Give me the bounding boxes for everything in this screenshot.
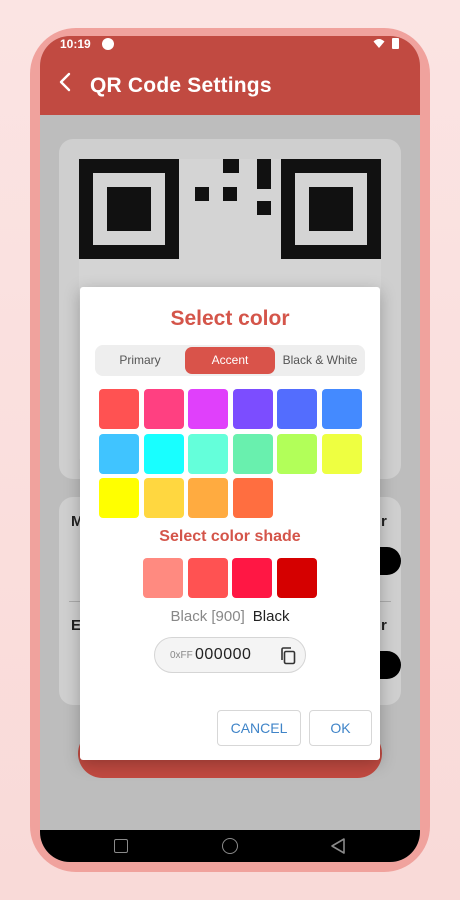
nav-back-icon[interactable] bbox=[330, 837, 346, 855]
back-arrow-icon[interactable] bbox=[54, 68, 80, 96]
wifi-icon bbox=[373, 39, 385, 48]
selected-shade-name: Black [900] bbox=[170, 608, 245, 625]
home-icon[interactable] bbox=[222, 838, 238, 854]
status-time: 10:19 bbox=[60, 37, 91, 51]
color-swatch[interactable] bbox=[321, 389, 362, 429]
color-dot-2[interactable] bbox=[379, 651, 401, 679]
color-swatch[interactable] bbox=[143, 478, 184, 518]
tab-accent[interactable]: Accent bbox=[185, 347, 275, 374]
option-label-2-tail: r bbox=[381, 617, 387, 634]
color-swatch[interactable] bbox=[99, 433, 139, 474]
shade-swatch[interactable] bbox=[276, 558, 317, 598]
status-bar: 10:19 bbox=[40, 36, 420, 52]
battery-icon bbox=[392, 38, 399, 49]
hex-prefix: 0xFF bbox=[170, 650, 193, 661]
color-swatch[interactable] bbox=[143, 433, 184, 474]
color-swatch[interactable] bbox=[188, 389, 228, 429]
selected-color-name: Black bbox=[252, 608, 290, 625]
color-picker-dialog: Select color Primary Accent Black & Whit… bbox=[80, 287, 380, 760]
page-title: QR Code Settings bbox=[90, 74, 272, 97]
color-swatch[interactable] bbox=[99, 478, 139, 518]
shade-swatch[interactable] bbox=[187, 558, 228, 598]
color-dot-1[interactable] bbox=[379, 547, 401, 575]
shade-swatch[interactable] bbox=[143, 558, 183, 598]
color-swatch[interactable] bbox=[188, 478, 228, 518]
color-swatch[interactable] bbox=[277, 433, 317, 474]
settings-content: M r E r APPLY Select color Primary Accen… bbox=[40, 115, 420, 830]
shade-title: Select color shade bbox=[159, 528, 301, 545]
color-swatch[interactable] bbox=[232, 478, 273, 518]
tab-black-white[interactable]: Black & White bbox=[275, 345, 365, 376]
app-screen: 10:19 QR Code Settings M r E r Select co… bbox=[40, 36, 420, 862]
color-swatch[interactable] bbox=[232, 389, 273, 429]
color-swatch[interactable] bbox=[232, 433, 273, 474]
tab-primary[interactable]: Primary bbox=[95, 345, 185, 376]
recents-icon[interactable] bbox=[114, 839, 128, 853]
ok-button[interactable]: OK bbox=[309, 710, 372, 746]
option-label-1-tail: r bbox=[381, 513, 387, 530]
color-tabs: Primary Accent Black & White bbox=[95, 345, 365, 376]
shade-swatch[interactable] bbox=[232, 558, 272, 598]
system-nav-bar bbox=[40, 830, 420, 862]
color-swatch[interactable] bbox=[143, 389, 184, 429]
color-swatch[interactable] bbox=[321, 433, 362, 474]
hex-value: 000000 bbox=[195, 646, 252, 663]
cancel-button[interactable]: CANCEL bbox=[217, 710, 301, 746]
color-swatch[interactable] bbox=[277, 389, 317, 429]
notification-icon bbox=[102, 38, 114, 50]
color-swatch[interactable] bbox=[188, 433, 228, 474]
app-bar: QR Code Settings bbox=[40, 52, 420, 115]
selected-color-names: Black [900] Black bbox=[80, 608, 380, 625]
color-swatch[interactable] bbox=[99, 389, 139, 429]
copy-icon[interactable] bbox=[280, 647, 296, 665]
dialog-title: Select color bbox=[170, 307, 290, 330]
hex-value-field[interactable]: 0xFF 000000 bbox=[154, 637, 306, 673]
